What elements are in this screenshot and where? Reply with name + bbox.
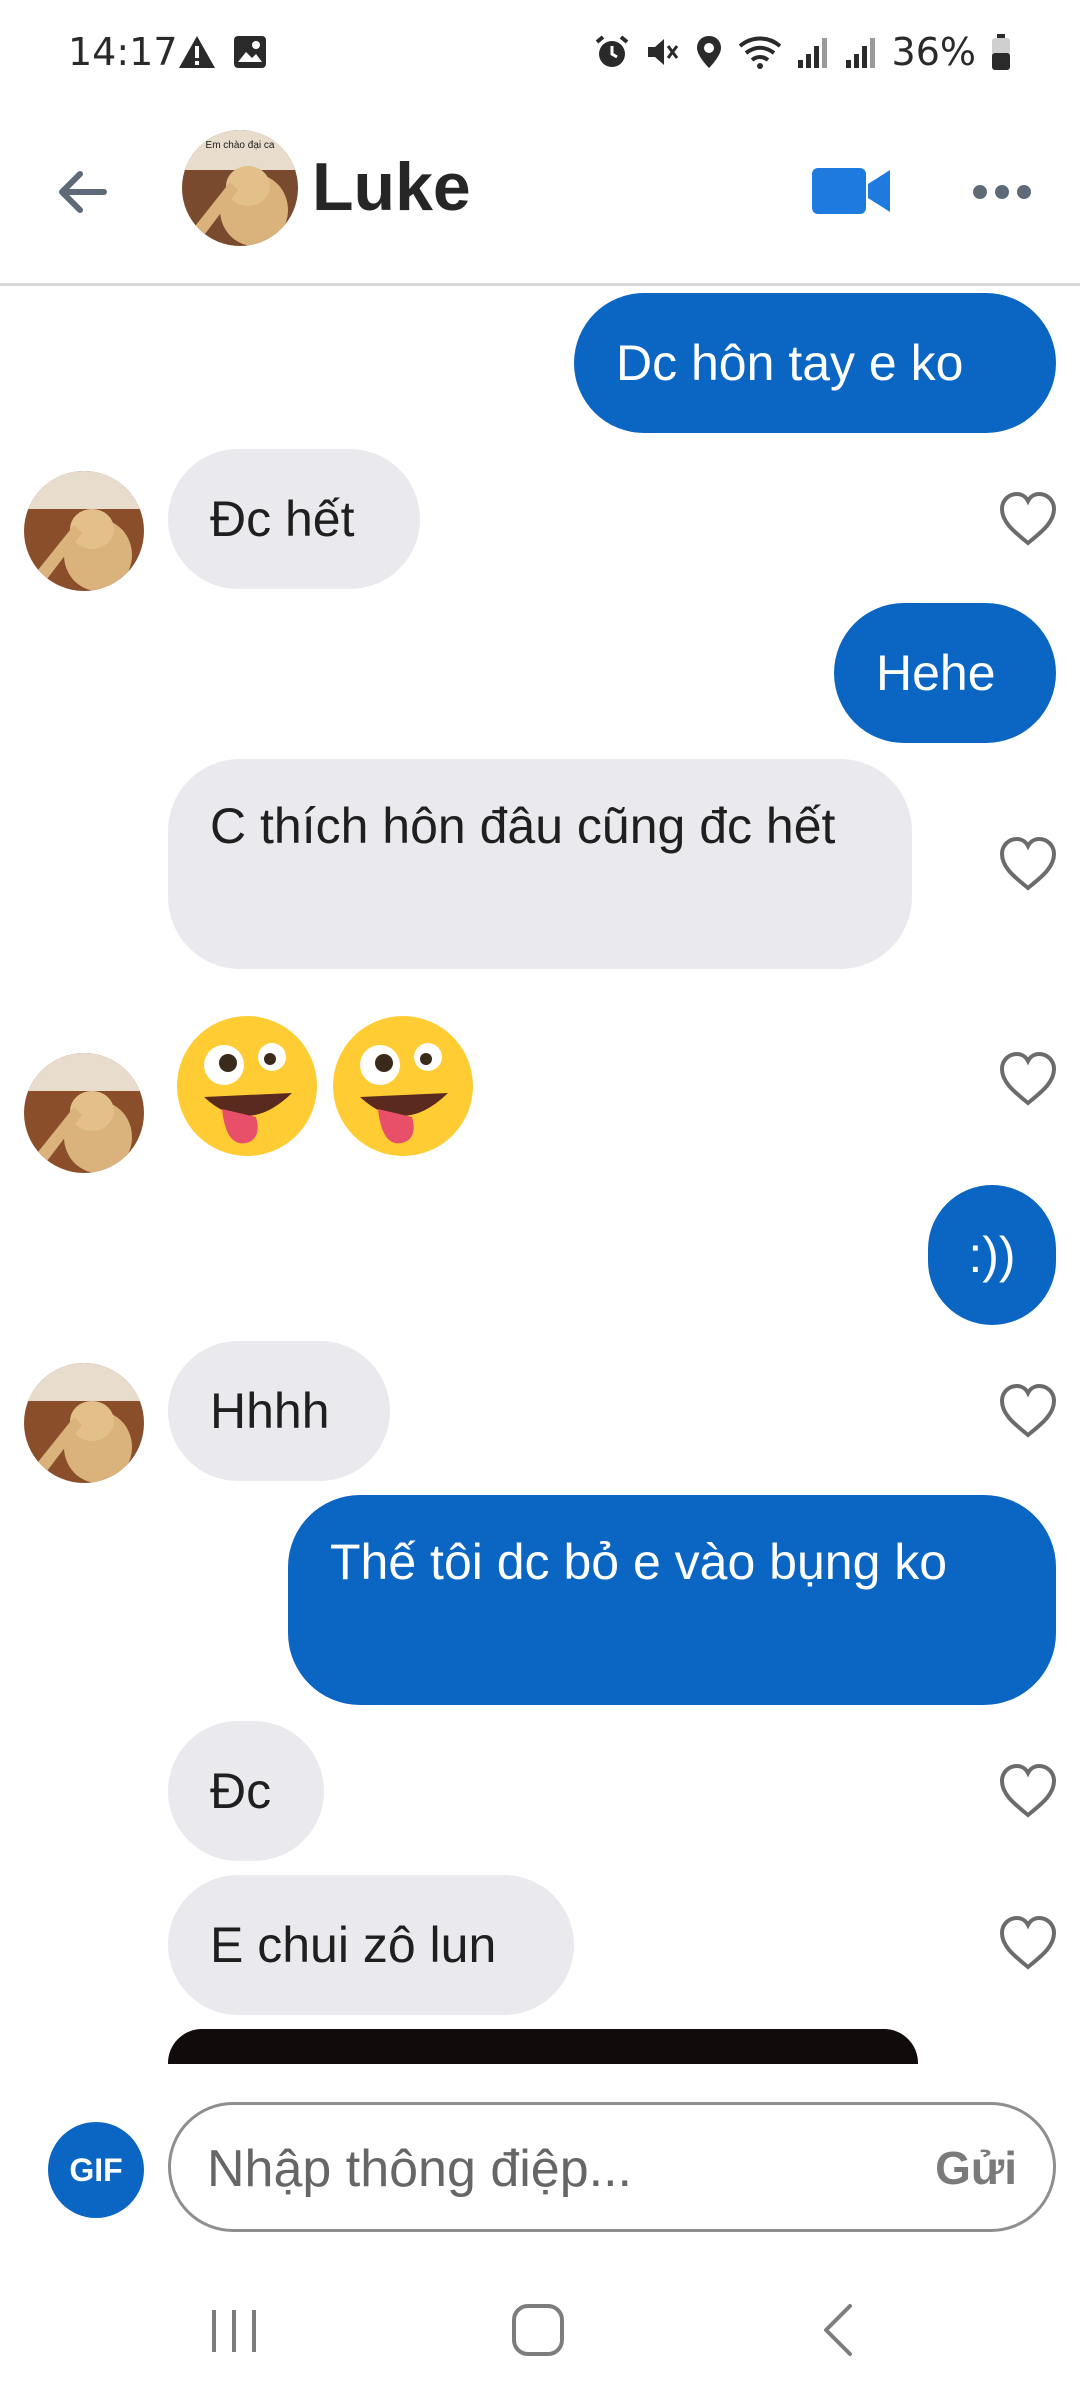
incoming-message[interactable]: Hhhh — [168, 1341, 390, 1481]
zany-face-emoji-icon — [333, 1016, 473, 1156]
contact-avatar[interactable]: Em chào đại ca — [182, 130, 298, 246]
recent-apps-icon[interactable] — [206, 2306, 262, 2356]
zany-face-emoji-icon — [177, 1016, 317, 1156]
message-composer: GIF Nhập thông điệp... Gửi — [0, 2064, 1080, 2244]
contact-name[interactable]: Luke — [312, 148, 471, 226]
sender-avatar[interactable] — [24, 471, 144, 591]
message-text: C thích hôn đâu cũng đc hết — [210, 798, 836, 854]
message-text: :)) — [968, 1227, 1016, 1283]
incoming-message[interactable]: C thích hôn đâu cũng đc hết — [168, 759, 912, 969]
outgoing-message[interactable]: Thế tôi dc bỏ e vào bụng ko — [288, 1495, 1056, 1705]
send-button[interactable]: Gửi — [935, 2141, 1017, 2195]
message-text: Dc hôn tay e ko — [616, 335, 964, 391]
like-heart-icon[interactable] — [998, 491, 1058, 547]
outgoing-message[interactable]: Dc hôn tay e ko — [574, 293, 1056, 433]
wifi-icon — [738, 36, 781, 69]
sender-avatar[interactable] — [24, 1053, 144, 1173]
battery-percent: 36% — [891, 30, 976, 74]
location-icon — [696, 36, 721, 68]
status-bar: 14:17 36% — [0, 0, 1080, 110]
home-icon[interactable] — [510, 2302, 566, 2358]
video-call-icon[interactable] — [810, 162, 894, 220]
signal-icon — [845, 38, 875, 68]
outgoing-message[interactable]: :)) — [928, 1185, 1056, 1325]
message-text: Đc — [210, 1763, 272, 1819]
like-heart-icon[interactable] — [998, 836, 1058, 892]
like-heart-icon[interactable] — [998, 1915, 1058, 1971]
like-heart-icon[interactable] — [998, 1383, 1058, 1439]
chat-header: Em chào đại ca Luke — [0, 110, 1080, 286]
nav-back-icon[interactable] — [818, 2300, 858, 2360]
incoming-message[interactable]: E chui zô lun — [168, 1875, 574, 2015]
gif-button[interactable]: GIF — [48, 2122, 144, 2218]
like-heart-icon[interactable] — [998, 1051, 1058, 1107]
warning-icon — [179, 36, 215, 68]
like-heart-icon[interactable] — [998, 1763, 1058, 1819]
system-nav-bar — [0, 2244, 1080, 2400]
message-input-placeholder: Nhập thông điệp... — [207, 2140, 632, 2198]
incoming-message[interactable]: Đc hết — [168, 449, 420, 589]
message-text: Hehe — [876, 645, 996, 701]
message-text: Đc hết — [210, 491, 355, 547]
message-list[interactable]: Dc hôn tay e ko Đc hết Hehe C thích hôn … — [0, 289, 1080, 2064]
back-arrow-icon[interactable] — [52, 162, 112, 222]
message-text: Thế tôi dc bỏ e vào bụng ko — [330, 1534, 948, 1590]
gif-label: GIF — [69, 2151, 123, 2188]
sender-avatar[interactable] — [24, 1363, 144, 1483]
message-text: Hhhh — [210, 1383, 330, 1439]
mute-icon — [647, 39, 678, 65]
alarm-icon — [595, 35, 628, 67]
image-icon — [234, 36, 266, 68]
incoming-message[interactable]: Đc — [168, 1721, 324, 1861]
more-options-icon[interactable] — [970, 172, 1034, 212]
emoji-message[interactable]: 🤪🤪 — [168, 1007, 488, 1167]
media-message-preview[interactable] — [168, 2029, 918, 2064]
signal-icon — [797, 38, 827, 68]
battery-icon — [992, 34, 1010, 70]
message-text: E chui zô lun — [210, 1917, 497, 1973]
message-input[interactable]: Nhập thông điệp... Gửi — [168, 2102, 1056, 2232]
status-time: 14:17 — [68, 30, 178, 74]
outgoing-message[interactable]: Hehe — [834, 603, 1056, 743]
avatar-caption: Em chào đại ca — [206, 140, 275, 151]
